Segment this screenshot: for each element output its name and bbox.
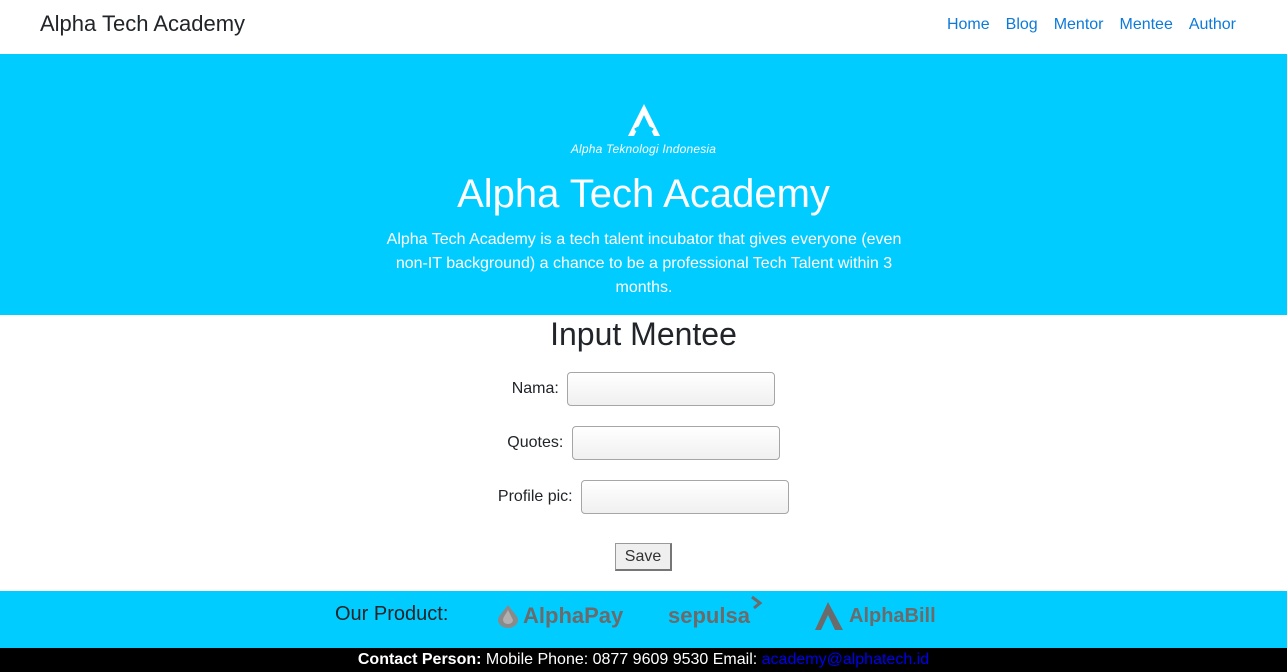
nav-link-blog[interactable]: Blog	[1006, 16, 1038, 34]
contact-email-link[interactable]: academy@alphatech.id	[762, 651, 929, 668]
product-alphabill-logo: AlphaBill	[815, 599, 936, 633]
quotes-label: Quotes:	[507, 434, 564, 451]
form-row-quotes: Quotes:	[0, 426, 1287, 460]
logo-caption: Alpha Teknologi Indonesia	[570, 142, 717, 156]
alphapay-text: AlphaPay	[523, 603, 624, 628]
nav-link-mentor[interactable]: Mentor	[1054, 16, 1104, 34]
product-alphapay-logo: AlphaPay	[497, 599, 623, 633]
alpha-logo: Alpha Teknologi Indonesia	[0, 102, 1287, 156]
alphapay-drop-icon	[498, 605, 518, 628]
quotes-input[interactable]	[571, 426, 780, 460]
product-sepulsa-logo: sepulsa	[668, 595, 766, 633]
form-title: Input Mentee	[550, 316, 737, 352]
hero-banner: Alpha Teknologi Indonesia Alpha Tech Aca…	[0, 54, 1287, 315]
nama-input[interactable]	[567, 372, 776, 406]
alpha-logo-icon	[627, 104, 660, 136]
products-band: Our Product: AlphaPay sepulsa AlphaBill	[0, 591, 1287, 648]
sepulsa-text: sepulsa	[668, 603, 750, 628]
contact-phone-text: Mobile Phone: 0877 9609 9530 Email:	[481, 651, 762, 668]
contact-label: Contact Person:	[357, 651, 482, 668]
nav-link-mentee[interactable]: Mentee	[1119, 16, 1172, 34]
form-row-profile-pic: Profile pic:	[0, 480, 1287, 514]
nav-link-author[interactable]: Author	[1189, 16, 1236, 34]
nav-link-home[interactable]: Home	[947, 16, 990, 34]
save-button[interactable]: Save	[615, 543, 672, 571]
hero-description: Alpha Tech Academy is a tech talent incu…	[386, 231, 902, 296]
profile-pic-label: Profile pic:	[497, 488, 573, 505]
nama-label: Nama:	[511, 380, 559, 397]
nav-links: Home Blog Mentor Mentee Author	[947, 16, 1236, 34]
profile-pic-input[interactable]	[581, 480, 790, 514]
form-row-nama: Nama:	[0, 372, 1287, 406]
alphabill-a-icon	[815, 602, 843, 630]
hero-title: Alpha Tech Academy	[457, 172, 830, 216]
products-label: Our Product:	[335, 603, 449, 625]
sepulsa-arrows-icon	[751, 595, 763, 610]
footer: Contact Person: Mobile Phone: 0877 9609 …	[0, 648, 1287, 672]
alphabill-text: AlphaBill	[849, 604, 936, 627]
navbar-brand[interactable]: Alpha Tech Academy	[40, 11, 245, 37]
navbar: Alpha Tech Academy Home Blog Mentor Ment…	[0, 0, 1287, 54]
